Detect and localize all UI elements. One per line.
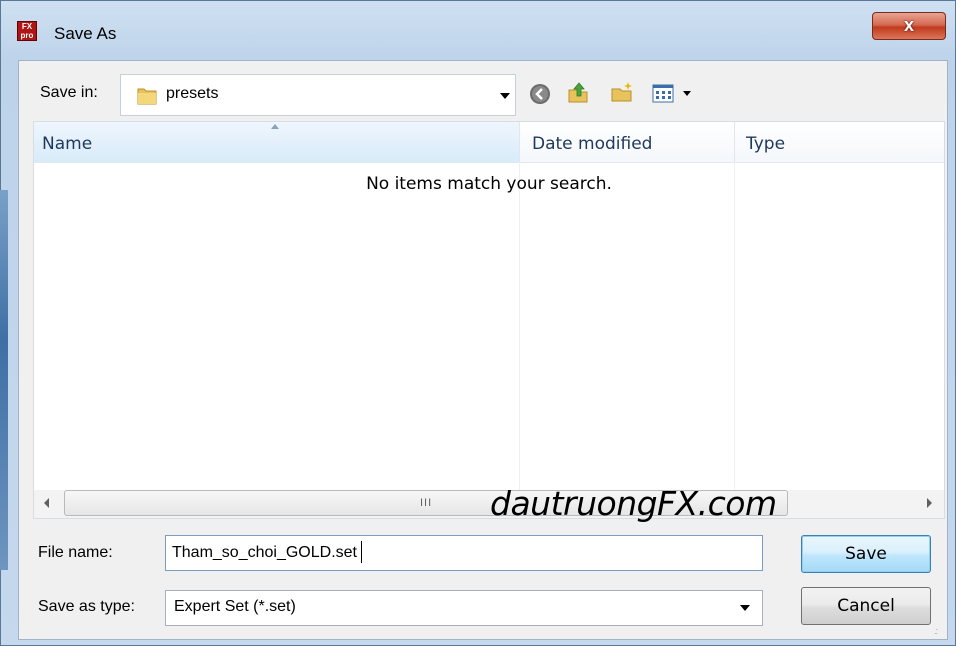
save-in-value: presets	[166, 85, 219, 102]
column-header-name-label: Name	[42, 134, 93, 154]
column-header-type[interactable]: Type	[746, 134, 785, 154]
column-guide	[519, 162, 520, 490]
text-caret	[361, 541, 362, 563]
save-in-label: Save in:	[40, 84, 98, 101]
folder-icon	[137, 88, 157, 105]
column-divider[interactable]	[519, 122, 520, 162]
save-as-type-value: Expert Set (*.set)	[174, 598, 296, 615]
scroll-left-arrow-icon[interactable]	[44, 498, 49, 508]
scroll-right-arrow-icon[interactable]	[927, 498, 932, 508]
save-button[interactable]: Save	[801, 535, 931, 573]
save-as-type-chevron-down-icon[interactable]	[740, 605, 750, 611]
column-divider[interactable]	[734, 122, 735, 162]
window-title: Save As	[54, 24, 117, 43]
watermark-text: dautruongFX.com	[490, 484, 777, 523]
save-in-chevron-down-icon[interactable]	[500, 93, 510, 99]
back-icon[interactable]	[528, 82, 552, 106]
file-name-label: File name:	[38, 544, 113, 561]
close-icon: x	[903, 15, 914, 35]
column-guide	[734, 162, 735, 490]
resize-grip-icon[interactable]: .:	[934, 626, 938, 636]
scrollbar-grip: III	[420, 497, 433, 509]
view-chevron-down-icon[interactable]	[683, 91, 691, 96]
column-header-date-modified[interactable]: Date modified	[532, 134, 652, 154]
file-name-input[interactable]	[165, 535, 763, 571]
title-bar[interactable]	[8, 0, 948, 60]
view-menu-icon[interactable]	[652, 82, 676, 106]
new-folder-icon[interactable]	[610, 80, 634, 104]
up-folder-icon[interactable]	[566, 80, 590, 104]
sort-ascending-icon	[271, 124, 279, 129]
app-icon: FX pro	[18, 22, 36, 40]
empty-list-message: No items match your search.	[366, 174, 612, 194]
close-button[interactable]: x	[872, 12, 946, 40]
window-edge-decoration	[0, 190, 8, 570]
save-as-type-label: Save as type:	[38, 598, 135, 615]
cancel-button[interactable]: Cancel	[801, 587, 931, 625]
